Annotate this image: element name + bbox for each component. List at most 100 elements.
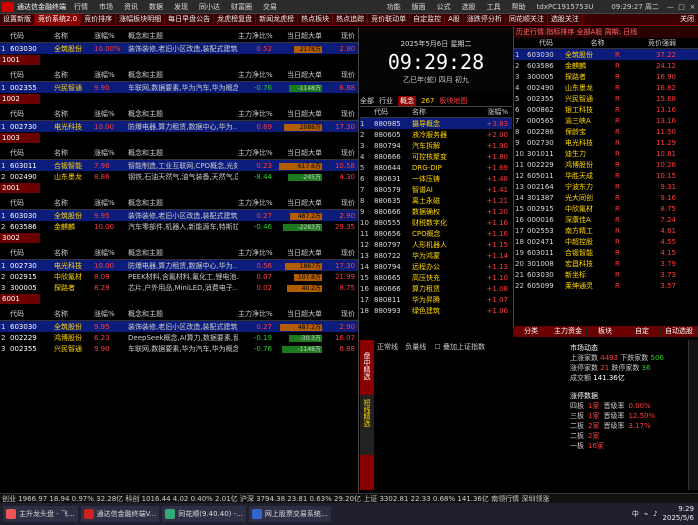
ranking-row[interactable]: 20 301008 宏昌科技 R 3.79	[514, 258, 698, 269]
col-code[interactable]: 代码	[527, 38, 565, 48]
column-header[interactable]: 现价	[322, 70, 358, 80]
column-header[interactable]: 代码	[10, 70, 54, 80]
column-header[interactable]: 名称	[54, 70, 94, 80]
tab-item[interactable]: 涨幅板块明细	[116, 14, 166, 25]
concept-row[interactable]: 13 880722 华为鸿蒙 +1.14	[360, 250, 512, 261]
column-header[interactable]: 当日超大单	[272, 148, 322, 158]
column-header[interactable]: 概念和主题	[128, 109, 238, 119]
column-header[interactable]: 当日超大单	[272, 198, 322, 208]
concept-row[interactable]: 15 880665 高压快充 +1.10	[360, 272, 512, 283]
column-header[interactable]: 涨幅%	[94, 148, 128, 158]
column-header[interactable]: 现价	[322, 109, 358, 119]
column-header[interactable]: 当日超大单	[272, 70, 322, 80]
section-marker[interactable]: 3002	[0, 233, 40, 243]
column-header[interactable]: 主力净比%	[238, 248, 273, 258]
concept-row[interactable]: 6 880631 一体压铸 +1.48	[360, 173, 512, 184]
tab-item[interactable]: 自定监控	[410, 14, 446, 25]
ranking-row[interactable]: 9 002730 电光科技 R 11.29	[514, 137, 698, 148]
table-row[interactable]: 3 300005 探路者 8.29 芯片,户外用品,MiniLED,消费电子.. 0.02…	[0, 282, 358, 293]
taskbar-item[interactable]: 同花顺(9.40.40) -...	[162, 506, 246, 522]
tab-item[interactable]: 每日早盘公告	[165, 14, 215, 25]
column-header[interactable]: 当日超大单	[272, 31, 322, 41]
column-header[interactable]: 名称	[54, 198, 94, 208]
column-header[interactable]: 当日超大单	[272, 248, 322, 258]
column-header[interactable]: 主力净比%	[238, 198, 273, 208]
column-header[interactable]: 涨幅%	[94, 198, 128, 208]
input-method-icon[interactable]: 中	[632, 509, 639, 519]
table-row[interactable]: 1 002355 兴民智通 9.90 车联网,数据要素,华为汽车,华为概念.. -0.76…	[0, 82, 358, 93]
tab-item[interactable]: 新闻龙虎榜	[256, 14, 299, 25]
tab-item[interactable]: 热点板块	[298, 14, 334, 25]
tab-item[interactable]: 热点追踪	[333, 14, 369, 25]
table-row[interactable]: 1 603030 全筑股份 9.95 装饰装修,老旧小区改造,装配式建筑,人工智能,物联…	[0, 321, 358, 332]
column-header[interactable]: 涨幅%	[94, 109, 128, 119]
column-header[interactable]: 现价	[322, 31, 358, 41]
table-row[interactable]: 1 603011 合锻智能 7.96 智能制造,工业互联网,CPO概念,光刻机,工业母机…	[0, 160, 358, 171]
concept-row[interactable]: 7 880579 智谱AI +1.41	[360, 184, 512, 195]
column-header[interactable]: 名称	[54, 148, 94, 158]
tab-sector[interactable]: 板块	[587, 326, 623, 337]
tab-item[interactable]: 龙虎榜复盘	[214, 14, 257, 25]
column-header[interactable]: 涨幅%	[94, 309, 128, 319]
minimize-icon[interactable]: —	[665, 3, 676, 11]
tab-sector-map[interactable]: 板块地图	[439, 96, 467, 106]
ranking-row[interactable]: 4 002490 山东墨龙 R 16.82	[514, 82, 698, 93]
menu-item[interactable]: 公式	[437, 2, 451, 12]
column-header[interactable]: 概念和主题	[128, 70, 238, 80]
column-header[interactable]: 代码	[10, 198, 54, 208]
ranking-row[interactable]: 14 301387 光大同创 R 9.16	[514, 192, 698, 203]
col-name[interactable]: 名称	[565, 38, 630, 48]
column-header[interactable]: 名称	[54, 309, 94, 319]
ranking-row[interactable]: 16 000016 深康佳A R 7.24	[514, 214, 698, 225]
taskbar-item[interactable]: 网上股票交易系统...	[248, 506, 331, 522]
ranking-row[interactable]: 15 002915 中欣氟材 R 8.75	[514, 203, 698, 214]
volume-icon[interactable]: ♪	[653, 510, 657, 518]
menu-item[interactable]: 行情	[74, 2, 88, 12]
concept-row[interactable]: 2 880605 液冷服务器 +2.00	[360, 129, 512, 140]
menu-item[interactable]: 资讯	[124, 2, 138, 12]
col-pct[interactable]: 涨幅%	[466, 107, 512, 117]
col-strength[interactable]: 竞价强弱	[630, 38, 698, 48]
network-icon[interactable]: ⌁	[644, 510, 648, 518]
column-header[interactable]: 概念和主题	[128, 248, 238, 258]
column-header[interactable]: 名称	[54, 248, 94, 258]
tab-item[interactable]: 涨跌停分析	[464, 14, 506, 25]
table-row[interactable]: 1 603030 全筑股份 9.95 装饰装修,老旧小区改造,装配式建筑,人工智能,物联…	[0, 210, 358, 221]
table-row[interactable]: 1 002730 电光科技 10.00 防爆电器,算力租赁,数据中心,华为.. 0.56 1…	[0, 260, 358, 271]
menu-item[interactable]: 帮助	[512, 2, 526, 12]
tab-main-fund[interactable]: 主力资金	[550, 326, 586, 337]
menu-item[interactable]: 同小达	[199, 2, 220, 12]
column-header[interactable]: 主力净比%	[238, 309, 273, 319]
ranking-row[interactable]: 1 603030 全筑股份 R 37.22	[514, 49, 698, 60]
column-header[interactable]: 代码	[10, 309, 54, 319]
column-header[interactable]: 现价	[322, 198, 358, 208]
ranking-row[interactable]: 19 603011 合锻智能 R 4.15	[514, 247, 698, 258]
concept-row[interactable]: 12 880797 人形机器人 +1.15	[360, 239, 512, 250]
column-header[interactable]: 现价	[322, 309, 358, 319]
column-header[interactable]: 涨幅%	[94, 31, 128, 41]
tab-item[interactable]: 竞价联动单	[368, 14, 411, 25]
table-row[interactable]: 2 002490 山东墨龙 8.86 钢铁,石油天然气,油气装备,天然气,国企改革.. -…	[0, 171, 358, 182]
concept-row[interactable]: 8 880635 离土永磁 +1.21	[360, 195, 512, 206]
column-header[interactable]: 代码	[10, 148, 54, 158]
ranking-row[interactable]: 18 002471 中超控股 R 4.55	[514, 236, 698, 247]
overlay-checkbox[interactable]: ☐	[434, 343, 440, 351]
column-header[interactable]: 概念和主题	[128, 198, 238, 208]
tab-item[interactable]: A股	[445, 14, 464, 25]
table-row[interactable]: 2 603586 金麒麟 10.00 汽车零部件,机器人,新能源车,特斯拉.. -0.46…	[0, 221, 358, 232]
menu-item[interactable]: 财富圈	[231, 2, 252, 12]
ranking-row[interactable]: 7 000565 渝三峡A R 13.16	[514, 115, 698, 126]
ranking-row[interactable]: 6 000862 银工科技 R 13.16	[514, 104, 698, 115]
column-header[interactable]: 当日超大单	[272, 309, 322, 319]
column-header[interactable]: 主力净比%	[238, 148, 273, 158]
tab-all[interactable]: 全部	[360, 96, 374, 106]
column-header[interactable]: 主力净比%	[238, 109, 273, 119]
tray-clock[interactable]: 9:29 2025/5/6	[663, 505, 694, 523]
ranking-row[interactable]: 13 002164 宁波东力 R 9.31	[514, 181, 698, 192]
tab-item[interactable]: 设置新版	[0, 14, 35, 25]
close-tab-button[interactable]: 关闭	[676, 14, 698, 25]
tab-industry[interactable]: 行业	[379, 96, 393, 106]
ranking-row[interactable]: 22 605099 莱绅通灵 R 3.57	[514, 280, 698, 291]
section-marker[interactable]: 6001	[0, 294, 40, 304]
column-header[interactable]: 代码	[10, 109, 54, 119]
